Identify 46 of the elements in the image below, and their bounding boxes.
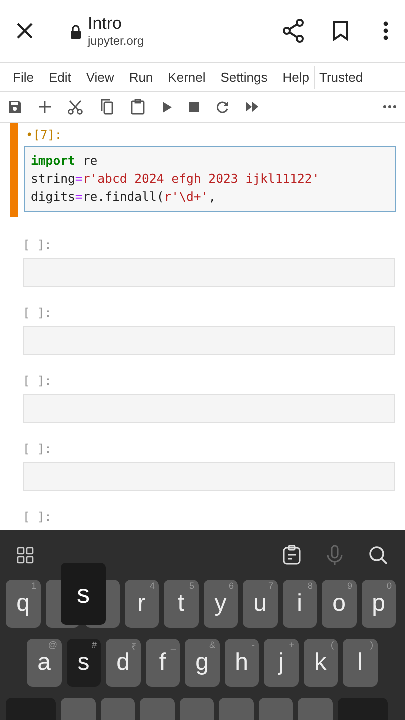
key-letter: u bbox=[254, 590, 267, 618]
key-letter: f bbox=[159, 649, 166, 677]
key-letter: t bbox=[178, 590, 185, 618]
key-hint: _ bbox=[170, 640, 176, 650]
key-hint: 5 bbox=[189, 581, 194, 591]
key-letter: p bbox=[372, 590, 386, 618]
key-hint: ( bbox=[331, 640, 334, 650]
cell-prompt: [ ]: bbox=[23, 442, 53, 456]
key-hint: 4 bbox=[150, 581, 155, 591]
key-letter: i bbox=[297, 590, 302, 618]
key-letter: y bbox=[214, 590, 227, 618]
cell-prompt: [ ]: bbox=[23, 306, 53, 320]
key-hint: 7 bbox=[268, 581, 274, 591]
key-hint: + bbox=[289, 640, 294, 650]
key-hint: 0 bbox=[386, 581, 392, 591]
page-title: Intro bbox=[88, 14, 124, 34]
key-hint: 8 bbox=[308, 581, 313, 591]
key-hint: & bbox=[209, 640, 216, 650]
key-hint: ₹ bbox=[132, 641, 136, 653]
key-letter: a bbox=[38, 649, 51, 677]
key-letter: g bbox=[196, 649, 209, 677]
key-hint: 6 bbox=[228, 581, 234, 591]
key-preview-popup: s bbox=[61, 563, 106, 625]
key-hint: 9 bbox=[347, 581, 352, 591]
cell-prompt: [ ]: bbox=[23, 510, 53, 524]
key-letter: s bbox=[78, 649, 90, 677]
key-letter: l bbox=[358, 649, 363, 677]
key-letter: q bbox=[16, 590, 30, 618]
key-letter: h bbox=[235, 649, 248, 677]
key-hint: 1 bbox=[31, 581, 36, 591]
key-letter: j bbox=[278, 649, 284, 677]
page-url: jupyter.org bbox=[88, 34, 146, 48]
key-letter: o bbox=[332, 590, 346, 618]
code-line: import re bbox=[31, 153, 99, 170]
cell-prompt: [ ]: bbox=[23, 238, 53, 252]
key-hint: @ bbox=[48, 640, 58, 650]
key-letter: r bbox=[138, 590, 146, 618]
key-letter: k bbox=[314, 649, 327, 677]
key-hint: # bbox=[92, 640, 97, 650]
cell-prompt: •[7]: bbox=[25, 127, 64, 144]
key-hint: ) bbox=[370, 640, 374, 650]
key-letter: d bbox=[116, 649, 130, 677]
cell-prompt: [ ]: bbox=[23, 374, 53, 388]
code-line: digits=re.findall(r'\d+', bbox=[31, 189, 218, 206]
code-line: string=r'abcd 2024 efgh 2023 ijkl11122' bbox=[31, 171, 321, 188]
key-hint: - bbox=[252, 640, 255, 650]
